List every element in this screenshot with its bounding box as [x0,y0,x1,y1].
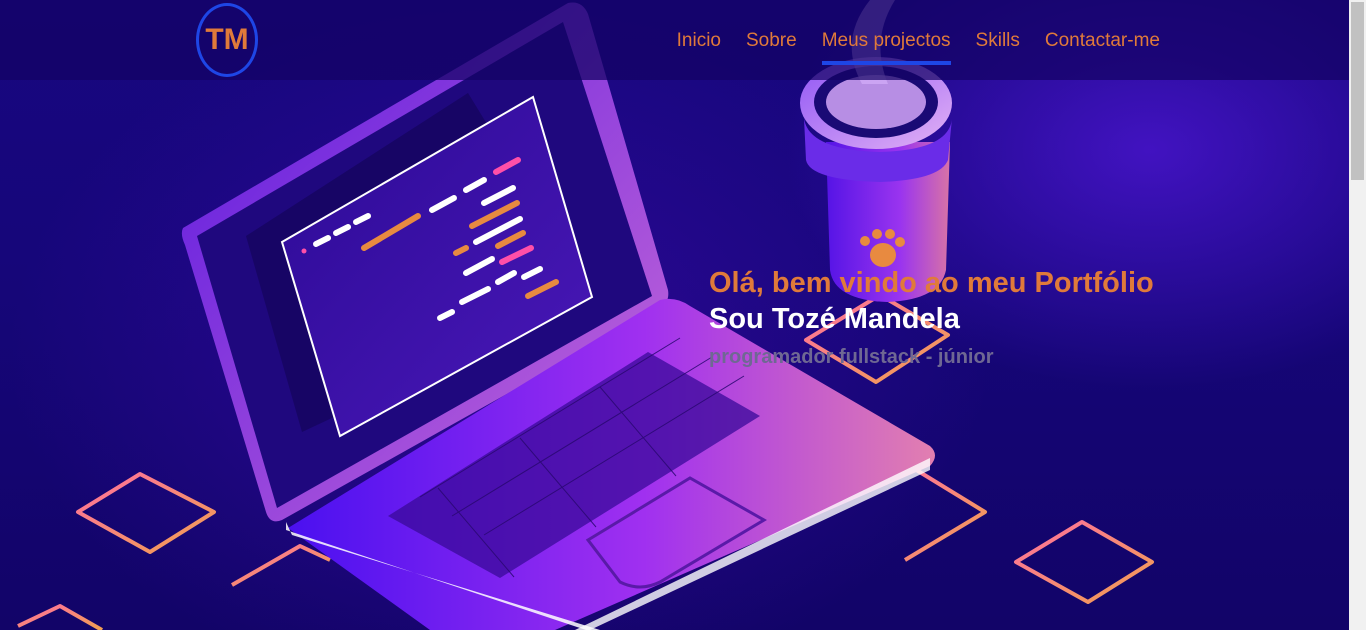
nav-links: Inicio Sobre Meus projectos Skills Conta… [652,0,1160,80]
hero-greeting: Olá, bem vindo ao meu Portfólio [709,267,1154,299]
logo[interactable]: TM [196,3,258,77]
nav-link-sobre[interactable]: Sobre [746,0,797,65]
page-viewport: TM Inicio Sobre Meus projectos Skills Co… [0,0,1349,630]
nav-link-contactar-me[interactable]: Contactar-me [1045,0,1160,65]
logo-text: TM [205,23,249,56]
hero-text: Olá, bem vindo ao meu Portfólio Sou Tozé… [709,265,1154,377]
hero-name: Sou Tozé Mandela [709,303,960,335]
page-scrollbar[interactable] [1349,0,1366,630]
nav-link-inicio[interactable]: Inicio [677,0,721,65]
scrollbar-thumb[interactable] [1351,2,1364,180]
hero-role: programador fullstack - júnior [709,346,994,368]
nav-link-skills[interactable]: Skills [976,0,1020,65]
navbar: TM Inicio Sobre Meus projectos Skills Co… [0,0,1349,80]
nav-link-meus-projectos[interactable]: Meus projectos [821,0,951,65]
